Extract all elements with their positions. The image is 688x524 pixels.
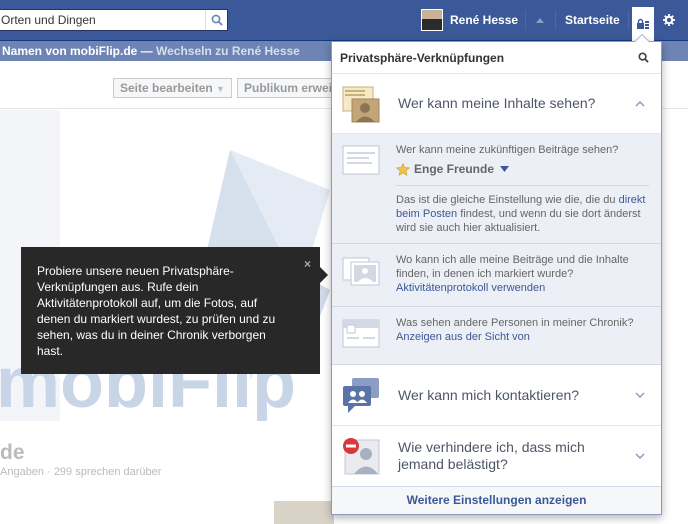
edit-page-button[interactable]: Seite bearbeiten ▼ bbox=[113, 78, 232, 98]
top-navigation-bar: René Hesse Startseite bbox=[0, 0, 688, 41]
privacy-shortcuts-panel: Privatsphäre-Verknüpfungen Wer kann mein… bbox=[331, 34, 662, 515]
panel-header: Privatsphäre-Verknüpfungen bbox=[332, 42, 661, 74]
tagged-content-question: Wo kann ich alle meine Beiträge und die … bbox=[396, 254, 629, 280]
tooltip-text: Probiere unsere neuen Privatsphäre-Verkn… bbox=[37, 264, 276, 358]
build-audience-button[interactable]: Publikum erwei bbox=[237, 78, 337, 98]
divider bbox=[628, 10, 629, 30]
chevron-up-icon bbox=[633, 100, 647, 107]
future-posts-setting: Wer kann meine zukünftigen Beiträge sehe… bbox=[332, 134, 661, 244]
page-title: de bbox=[0, 441, 25, 464]
search-icon bbox=[211, 14, 223, 26]
divider bbox=[525, 10, 526, 30]
acting-as-text: Namen von mobiFlip.de — bbox=[2, 44, 157, 58]
timeline-icon bbox=[342, 319, 380, 348]
search-icon[interactable] bbox=[638, 52, 649, 63]
star-icon bbox=[396, 162, 410, 176]
divider bbox=[555, 10, 556, 30]
search-input[interactable] bbox=[0, 11, 205, 29]
panel-title: Privatsphäre-Verknüpfungen bbox=[340, 50, 505, 65]
section-who-can-contact-me[interactable]: Wer kann mich kontaktieren? bbox=[332, 365, 661, 426]
gear-icon bbox=[663, 14, 675, 26]
divider bbox=[396, 185, 649, 186]
close-icon[interactable]: × bbox=[304, 256, 311, 272]
section-block-someone[interactable]: Wie verhindere ich, dass mich jemand bel… bbox=[332, 426, 661, 487]
avatar bbox=[421, 9, 443, 31]
section-block-label: Wie verhindere ich, dass mich jemand bel… bbox=[398, 439, 585, 472]
caret-up-icon bbox=[536, 18, 544, 23]
home-link[interactable]: Startseite bbox=[565, 13, 620, 27]
profile-link[interactable]: René Hesse bbox=[421, 9, 518, 31]
activity-log-setting: Wo kann ich alle meine Beiträge und die … bbox=[332, 244, 661, 307]
page-stats: Angaben · 299 sprechen darüber bbox=[0, 466, 162, 478]
block-user-icon bbox=[343, 438, 380, 475]
friend-requests-button[interactable] bbox=[529, 9, 551, 31]
content-visibility-icon bbox=[342, 86, 380, 122]
timeline-view-setting: Was sehen andere Personen in meiner Chro… bbox=[332, 307, 661, 365]
privacy-tooltip: Probiere unsere neuen Privatsphäre-Verkn… bbox=[21, 247, 328, 374]
chevron-down-icon bbox=[633, 392, 647, 398]
section-contact-label: Wer kann mich kontaktieren? bbox=[398, 386, 580, 403]
view-as-link[interactable]: Anzeigen aus der Sicht von bbox=[396, 331, 530, 343]
timeline-question: Was sehen andere Personen in meiner Chro… bbox=[396, 317, 634, 329]
post-composer-icon bbox=[342, 145, 380, 175]
section-content-label: Wer kann meine Inhalte sehen? bbox=[398, 95, 596, 111]
caret-down-icon bbox=[500, 166, 510, 172]
audience-selector[interactable]: Enge Freunde bbox=[396, 162, 649, 176]
section-who-can-see-my-stuff[interactable]: Wer kann meine Inhalte sehen? bbox=[332, 74, 661, 134]
activity-log-link[interactable]: Aktivitätenprotokoll verwenden bbox=[396, 282, 545, 294]
edit-page-label: Seite bearbeiten bbox=[120, 81, 213, 95]
switch-identity-link[interactable]: Wechseln zu René Hesse bbox=[156, 44, 300, 58]
chevron-down-icon: ▼ bbox=[216, 84, 225, 94]
more-settings-link[interactable]: Weitere Einstellungen anzeigen bbox=[332, 486, 661, 514]
photo-thumbnail[interactable] bbox=[274, 501, 334, 524]
photos-icon bbox=[342, 257, 380, 286]
build-audience-label: Publikum erwei bbox=[244, 81, 333, 95]
account-settings-button[interactable] bbox=[658, 9, 680, 31]
contact-icon bbox=[343, 378, 379, 413]
search-button[interactable] bbox=[205, 10, 227, 30]
profile-name: René Hesse bbox=[450, 13, 519, 27]
explanation-text: Das ist die gleiche Einstellung wie die,… bbox=[396, 194, 619, 206]
future-posts-question: Wer kann meine zukünftigen Beiträge sehe… bbox=[396, 144, 619, 156]
chevron-down-icon bbox=[633, 453, 647, 459]
search-box[interactable] bbox=[0, 9, 228, 31]
setting-explanation: Das ist die gleiche Einstellung wie die,… bbox=[396, 193, 649, 235]
audience-value: Enge Freunde bbox=[414, 162, 495, 176]
lock-icon bbox=[637, 18, 649, 29]
